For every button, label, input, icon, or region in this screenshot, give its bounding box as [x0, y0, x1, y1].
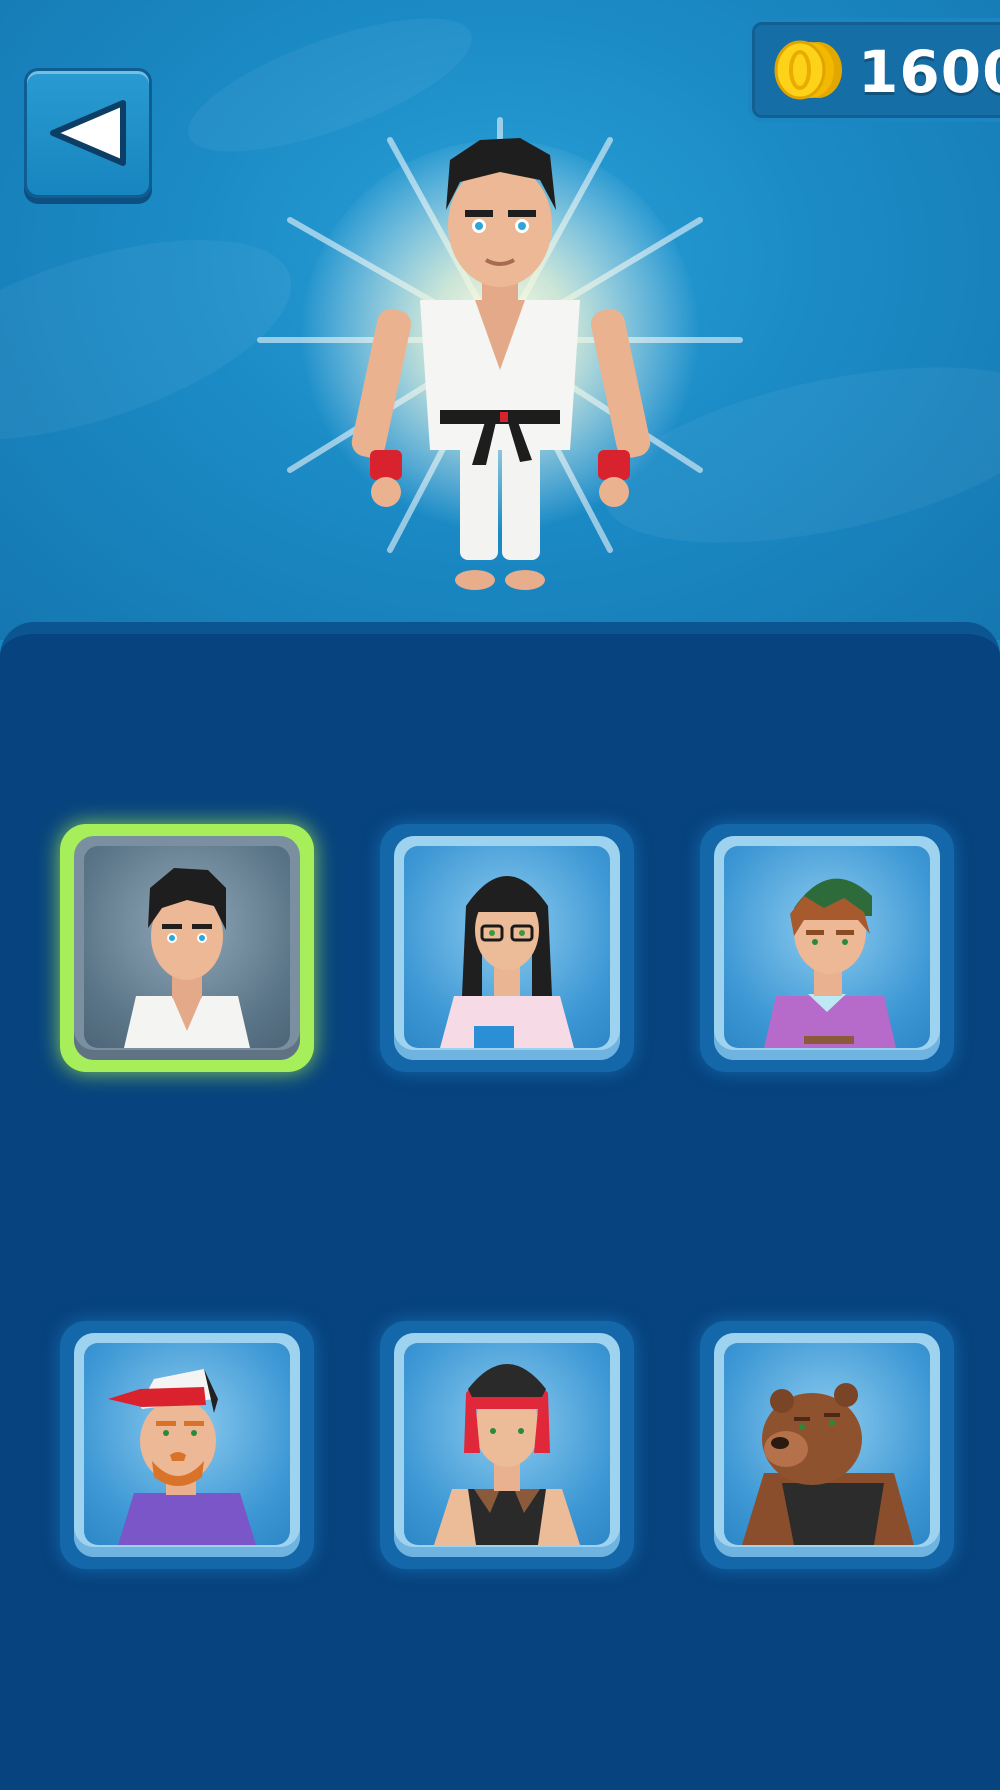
character-card-red-cap-bearded-man[interactable]: [60, 1321, 314, 1569]
coin-count: 1600: [858, 38, 1000, 106]
green-cap-man-portrait: [724, 846, 930, 1048]
back-button[interactable]: [24, 68, 152, 198]
character-card-karate-fighter[interactable]: [60, 824, 314, 1072]
back-arrow-icon: [50, 100, 126, 166]
character-select-panel: [0, 622, 1000, 1790]
coin-counter: 1600: [748, 18, 1000, 122]
character-card-bear[interactable]: [700, 1321, 954, 1569]
character-preview: [257, 117, 743, 590]
coin-stack-icon: [774, 40, 842, 100]
bear-portrait: [724, 1343, 930, 1545]
karate-fighter-portrait: [84, 846, 290, 1048]
glasses-woman-portrait: [404, 846, 610, 1048]
character-card-red-hood-woman[interactable]: [380, 1321, 634, 1569]
character-card-green-cap-man[interactable]: [700, 824, 954, 1072]
character-card-glasses-woman[interactable]: [380, 824, 634, 1072]
red-cap-bearded-man-portrait: [84, 1343, 290, 1545]
red-hood-woman-portrait: [404, 1343, 610, 1545]
preview-area: 1600: [0, 0, 1000, 640]
